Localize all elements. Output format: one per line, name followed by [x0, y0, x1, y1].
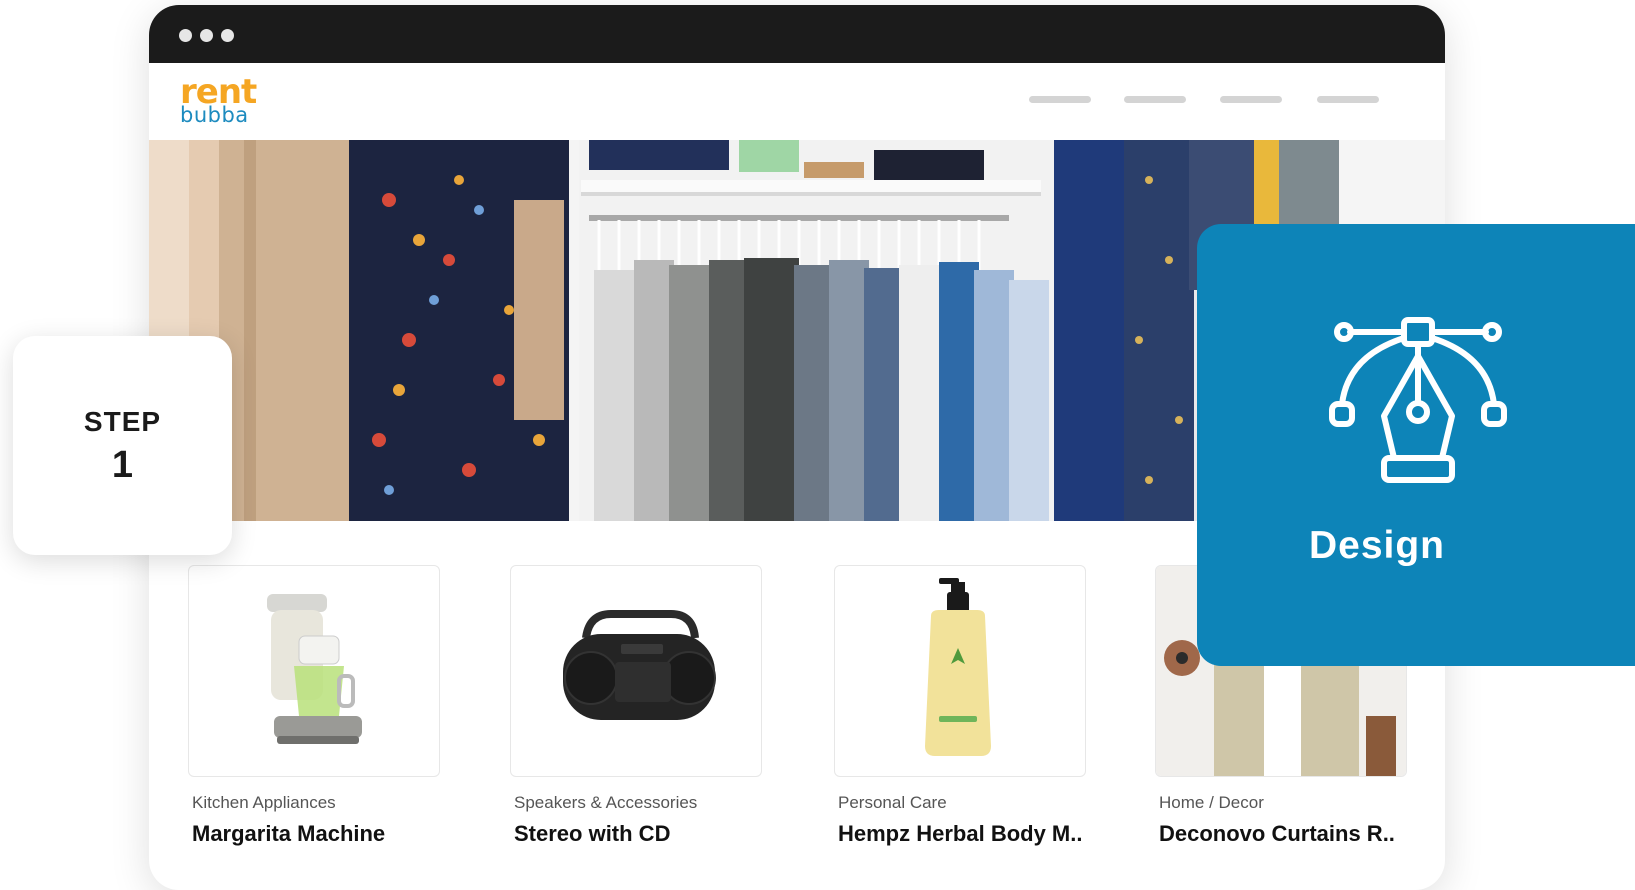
design-label: Design [1308, 524, 1446, 567]
product-title[interactable]: Stereo with CD [514, 821, 762, 847]
step-label: STEP [83, 406, 162, 437]
rentbubba-logo[interactable]: rent bubba [180, 75, 257, 127]
product-category: Personal Care [838, 793, 947, 812]
product-title[interactable]: Hempz Herbal Body M.. [838, 821, 1086, 847]
window-dot-icon [179, 29, 192, 42]
stereo-cd-image [563, 610, 716, 720]
design-feature-card: Design [1197, 224, 1635, 666]
logo-word-bubba: bubba [180, 103, 249, 127]
product-image[interactable] [834, 565, 1086, 777]
product-title[interactable]: Deconovo Curtains R.. [1159, 821, 1407, 847]
product-card[interactable]: Personal Care Hempz Herbal Body M.. [834, 565, 1086, 847]
product-category: Kitchen Appliances [192, 793, 336, 812]
pen-tool-icon [1329, 317, 1507, 483]
product-card[interactable]: Speakers & Accessories Stereo with CD [510, 565, 762, 847]
nav-placeholder-link[interactable] [1317, 96, 1379, 103]
window-dot-icon [221, 29, 234, 42]
product-title[interactable]: Margarita Machine [192, 821, 440, 847]
step-number: 1 [111, 444, 134, 486]
margarita-machine-image [267, 594, 362, 744]
nav-placeholder-link[interactable] [1124, 96, 1186, 103]
product-image[interactable] [188, 565, 440, 777]
step-badge: STEP 1 [13, 336, 232, 555]
window-dot-icon [200, 29, 213, 42]
product-category: Speakers & Accessories [514, 793, 698, 812]
nav-placeholder-link[interactable] [1220, 96, 1282, 103]
browser-titlebar [149, 5, 1445, 63]
hempz-lotion-image [925, 578, 991, 756]
product-image[interactable] [510, 565, 762, 777]
nav-placeholder-link[interactable] [1029, 96, 1091, 103]
product-category: Home / Decor [1159, 793, 1264, 812]
product-card[interactable]: Kitchen Appliances Margarita Machine [188, 565, 440, 847]
